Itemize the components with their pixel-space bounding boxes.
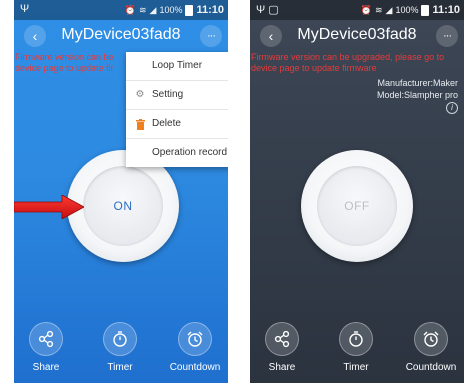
- timer-button[interactable]: Timer: [325, 322, 387, 373]
- more-options-button[interactable]: ···: [200, 25, 222, 47]
- page-title: MyDevice03fad8: [297, 26, 417, 43]
- battery-icon: [421, 4, 430, 16]
- timer-icon: [349, 331, 363, 347]
- signal-icon: ◢: [149, 4, 157, 15]
- more-dots-icon: ···: [207, 30, 216, 42]
- menu-item-label: Operation record: [152, 147, 228, 158]
- countdown-label: Countdown: [169, 362, 221, 373]
- alarm-icon: ⏰: [124, 4, 136, 15]
- trash-icon: [134, 110, 146, 142]
- title-bar: ‹ MyDevice03fad8 ···: [14, 22, 228, 50]
- battery-icon: [185, 4, 194, 16]
- manufacturer-text: Manufacturer:Maker: [377, 78, 458, 88]
- alarm-clock-icon: [423, 331, 439, 347]
- device-info: Manufacturer:Maker Model:Slampher pro: [377, 77, 458, 101]
- share-button[interactable]: Share: [251, 322, 313, 373]
- share-icon: [274, 330, 290, 348]
- firmware-warning-line-2: device page to update firmware: [251, 63, 377, 73]
- menu-item-label: Loop Timer: [152, 60, 203, 71]
- gear-icon: ⚙: [135, 89, 145, 100]
- countdown-button[interactable]: Countdown: [164, 322, 226, 373]
- power-state-label: OFF: [317, 166, 397, 246]
- alarm-clock-icon: [187, 331, 203, 347]
- menu-item-loop-timer[interactable]: Loop Timer: [126, 52, 228, 81]
- phone-screen-right: Ψ ▢ ⏰ ≋ ◢ 100% 11:10 ‹ MyDevice03fad8 ··…: [250, 0, 464, 383]
- usb-icon: Ψ ▢: [256, 4, 279, 16]
- menu-item-setting[interactable]: ⚙ Setting: [126, 81, 228, 110]
- wifi-icon: ≋: [138, 4, 147, 15]
- status-bar: Ψ ⏰ ≋ ◢ 100% 11:10: [14, 0, 228, 20]
- timer-icon: [113, 331, 127, 347]
- countdown-button[interactable]: Countdown: [400, 322, 462, 373]
- share-icon: [38, 330, 54, 348]
- timer-button[interactable]: Timer: [89, 322, 151, 373]
- page-title: MyDevice03fad8: [61, 26, 181, 43]
- usb-icon: Ψ: [20, 3, 30, 15]
- alarm-icon: ⏰: [360, 4, 372, 15]
- phone-screen-left: Ψ ⏰ ≋ ◢ 100% 11:10 ‹ MyDevice03fad8 ··· …: [14, 0, 228, 383]
- timer-label: Timer: [107, 362, 133, 373]
- action-bar: Share Timer Countdown: [14, 322, 228, 383]
- power-state-label: ON: [83, 166, 163, 246]
- menu-item-delete[interactable]: Delete: [126, 110, 228, 139]
- share-label: Share: [32, 362, 60, 373]
- wifi-icon: ≋: [374, 4, 383, 15]
- firmware-warning: Firmware version can be upgraded, please…: [251, 52, 464, 74]
- clock: 11:10: [432, 4, 460, 16]
- timer-label: Timer: [343, 362, 369, 373]
- power-button[interactable]: OFF: [301, 150, 413, 262]
- menu-item-label: Setting: [152, 89, 184, 100]
- action-bar: Share Timer Countdown: [250, 322, 464, 383]
- model-text: Model:Slampher pro: [376, 90, 458, 100]
- battery-percent: 100%: [395, 5, 419, 15]
- red-arrow-icon: [14, 195, 84, 219]
- menu-item-operation-record[interactable]: Operation record: [126, 139, 228, 167]
- signal-icon: ◢: [385, 4, 393, 15]
- battery-percent: 100%: [159, 5, 183, 15]
- options-dropdown-menu: Loop Timer ⚙ Setting Delete Operation re…: [126, 52, 228, 167]
- more-dots-icon: ···: [443, 30, 452, 42]
- share-label: Share: [268, 362, 296, 373]
- share-button[interactable]: Share: [15, 322, 77, 373]
- title-bar: ‹ MyDevice03fad8 ···: [250, 22, 464, 50]
- more-options-button[interactable]: ···: [436, 25, 458, 47]
- menu-item-label: Delete: [152, 118, 181, 129]
- info-icon[interactable]: i: [446, 102, 458, 114]
- countdown-label: Countdown: [405, 362, 457, 373]
- firmware-warning-line-1: Firmware version can be upgraded, please…: [251, 52, 445, 62]
- status-bar: Ψ ▢ ⏰ ≋ ◢ 100% 11:10: [250, 0, 464, 20]
- clock: 11:10: [196, 4, 224, 16]
